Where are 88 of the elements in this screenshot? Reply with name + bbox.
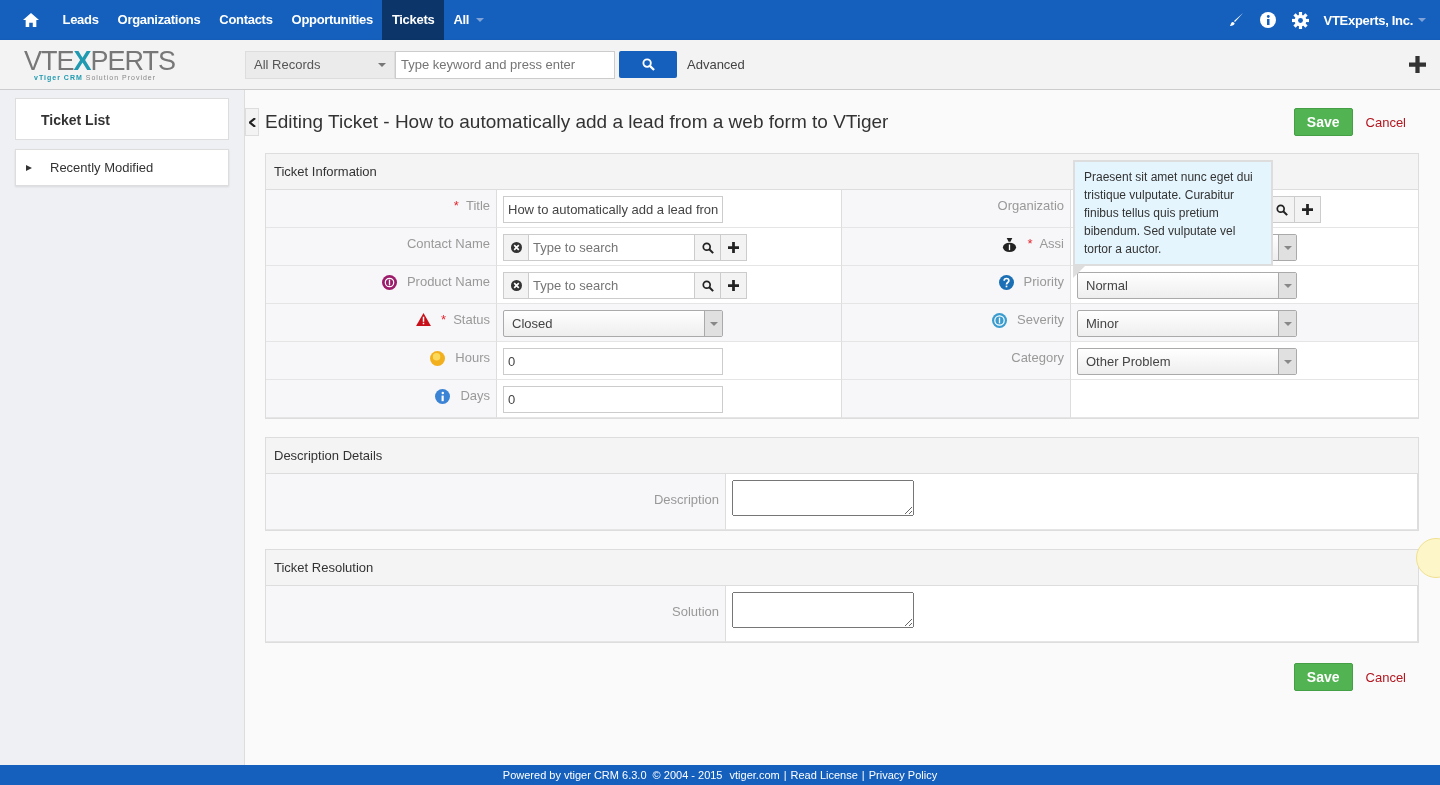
question-icon <box>430 351 446 366</box>
home-icon[interactable] <box>22 12 40 28</box>
footer-link[interactable]: Read License <box>790 769 858 781</box>
text-area[interactable] <box>732 592 914 628</box>
caret-icon <box>709 321 718 326</box>
text-field[interactable]: How to automatically add a lead fron <box>503 196 723 223</box>
field-label: Category <box>1011 350 1064 365</box>
section-header: Description Details <box>266 438 1418 474</box>
field-label: Assi <box>1039 236 1064 251</box>
field-label: Solution <box>672 604 719 619</box>
clear-icon <box>510 242 522 253</box>
add-button[interactable] <box>1295 196 1321 223</box>
required-asterisk: * <box>441 312 447 327</box>
select-field[interactable]: Minor <box>1077 310 1297 337</box>
required-asterisk: * <box>453 198 459 213</box>
lookup-field[interactable]: Type to search <box>529 234 695 261</box>
advanced-link[interactable]: Advanced <box>687 57 745 72</box>
nav-tab[interactable]: Opportunities <box>282 0 383 40</box>
caret-icon <box>1283 321 1292 326</box>
footer-link[interactable]: vtiger.com <box>729 769 780 781</box>
settings-icon[interactable] <box>1291 11 1309 29</box>
clear-button[interactable] <box>503 272 529 299</box>
caret-icon <box>1283 245 1292 250</box>
scope-dropdown[interactable]: All Records <box>245 50 395 79</box>
tooltip-arrow <box>1073 266 1085 278</box>
search-button[interactable] <box>695 272 721 299</box>
caret-icon <box>1283 359 1292 364</box>
required-asterisk: * <box>1027 236 1033 251</box>
sidebar-title[interactable]: Ticket List <box>15 98 229 140</box>
field-label: Priority <box>1023 274 1064 289</box>
money-bag-icon <box>1002 237 1018 252</box>
chevron-left-icon <box>248 117 256 127</box>
search-icon <box>701 279 714 292</box>
section-header: Ticket Resolution <box>266 550 1418 586</box>
add-button[interactable] <box>721 234 747 261</box>
add-button[interactable] <box>721 272 747 299</box>
text-area[interactable] <box>732 480 914 516</box>
brush-icon[interactable] <box>1227 12 1244 28</box>
caret-icon <box>378 62 386 67</box>
field-label: Status <box>453 312 490 327</box>
clear-button[interactable] <box>503 234 529 261</box>
search-icon <box>641 58 655 71</box>
select-field[interactable]: Closed <box>503 310 723 337</box>
info-icon <box>435 389 451 404</box>
field-label: Title <box>465 198 490 213</box>
field-label: Product Name <box>406 274 490 289</box>
add-icon <box>728 280 739 291</box>
tooltip: Praesent sit amet nunc eget dui tristique vulputate. Curabitur finibus tellus quis pretium bibendum. Sed vulputate vel tortor a auctor. <box>1073 160 1273 266</box>
collapse-sidebar-button[interactable] <box>245 108 259 136</box>
clear-icon <box>510 280 522 291</box>
cancel-link[interactable]: Cancel <box>1365 114 1406 130</box>
select-field[interactable]: Other Problem <box>1077 348 1297 375</box>
warning-icon <box>416 313 432 326</box>
select-field[interactable]: Normal <box>1077 272 1297 299</box>
field-label: Hours <box>455 350 490 365</box>
field-label: Contact Name <box>406 236 490 251</box>
text-field[interactable]: 0 <box>503 348 723 375</box>
sidebar-item[interactable]: Recently Modified <box>15 149 229 186</box>
field-label: Severity <box>1017 312 1064 327</box>
search-button[interactable] <box>695 234 721 261</box>
user-menu[interactable]: VTExperts, Inc. <box>1323 12 1413 28</box>
nav-tab[interactable]: Leads <box>53 0 109 40</box>
info-icon[interactable] <box>1259 12 1276 28</box>
alert-icon <box>992 313 1008 328</box>
page-title: Editing Ticket - How to automatically add a lead from a web form to VTiger <box>265 111 890 133</box>
nav-tab[interactable]: Tickets <box>382 0 444 40</box>
nav-tab[interactable]: All <box>443 0 479 40</box>
help-icon <box>998 275 1014 290</box>
field-label: Days <box>460 388 490 403</box>
add-icon <box>1302 204 1313 215</box>
footer-text: Powered by vtiger CRM 6.3.0 © 2004 - 2015 <box>502 769 724 781</box>
separator: | <box>861 769 865 781</box>
nav-tab[interactable]: Organizations <box>108 0 210 40</box>
cancel-link[interactable]: Cancel <box>1365 669 1406 685</box>
field-label: Organizatio <box>997 198 1064 213</box>
separator: | <box>783 769 787 781</box>
caret-icon <box>1283 283 1292 288</box>
field-label: Description <box>653 492 719 507</box>
search-icon <box>1275 203 1288 216</box>
add-icon[interactable] <box>1409 56 1426 73</box>
footer-link[interactable]: Privacy Policy <box>868 769 938 781</box>
nav-tab[interactable]: Contacts <box>209 0 283 40</box>
product-icon <box>381 275 397 290</box>
lookup-field[interactable]: Type to search <box>529 272 695 299</box>
add-icon <box>728 242 739 253</box>
search-field[interactable]: Type keyword and press enter <box>395 50 615 79</box>
text-field[interactable]: 0 <box>503 386 723 413</box>
search-icon <box>701 241 714 254</box>
